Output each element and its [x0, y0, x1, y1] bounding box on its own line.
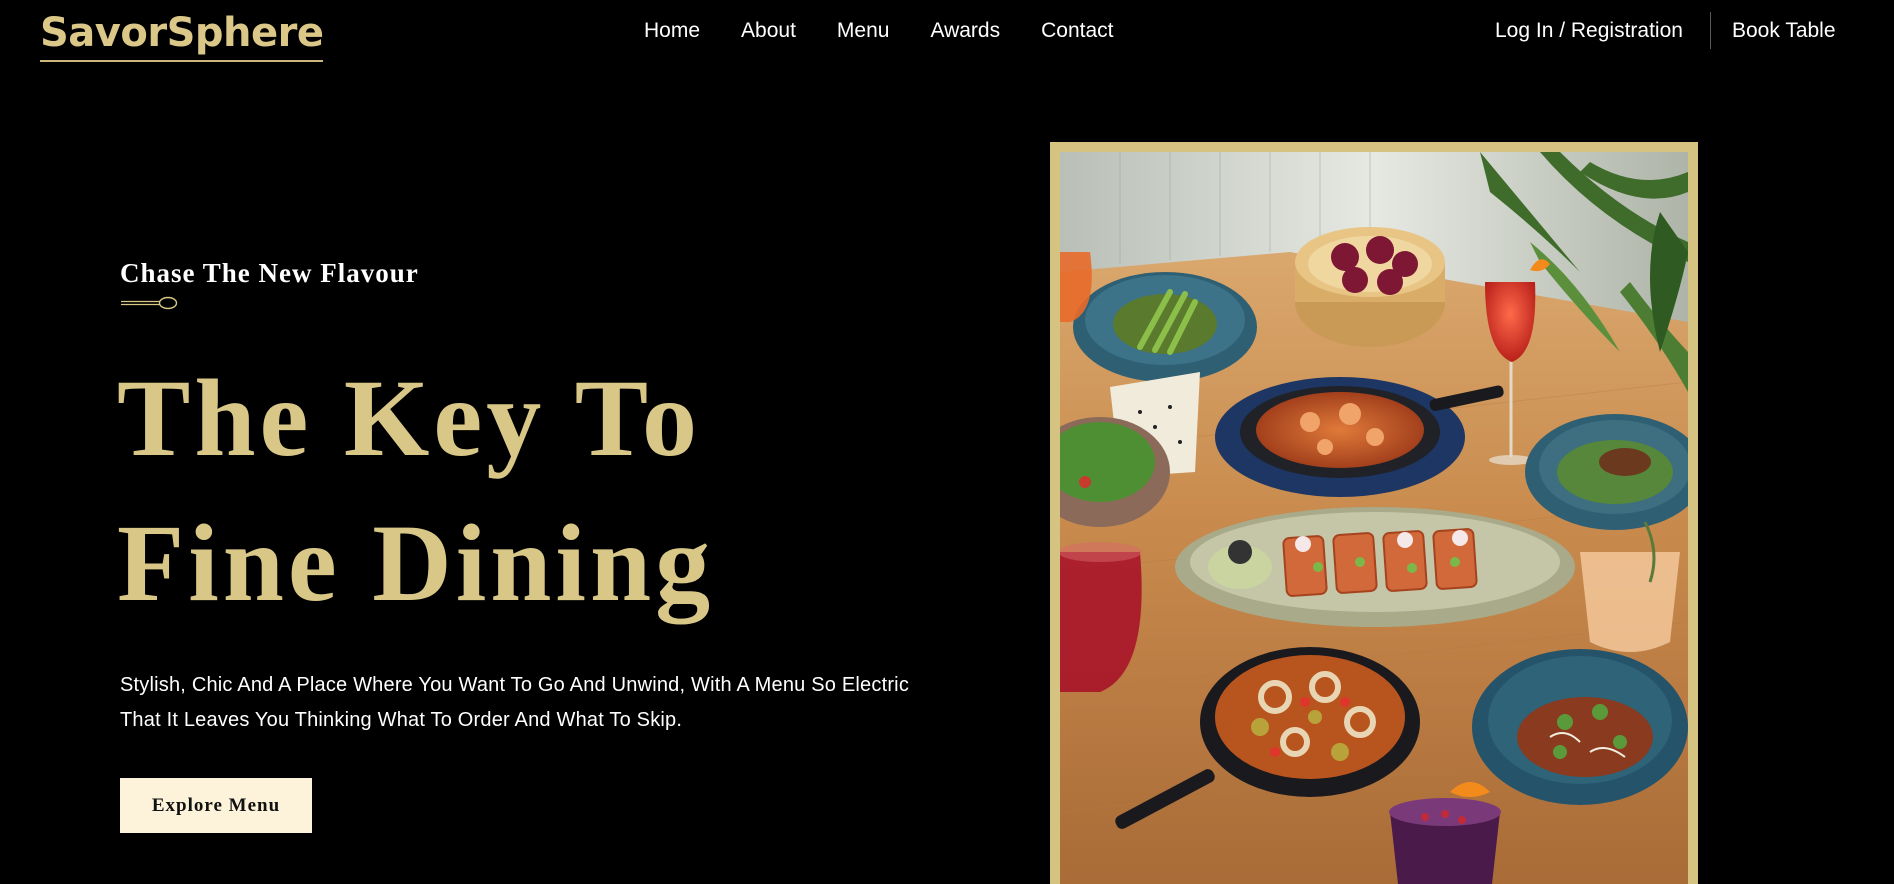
explore-menu-button[interactable]: Explore Menu [120, 778, 312, 833]
page: SavorSphere Home About Menu Awards Conta… [0, 0, 1894, 884]
nav-item-awards[interactable]: Awards [930, 18, 1000, 44]
nav-item-menu[interactable]: Menu [837, 18, 890, 44]
nav-divider [1710, 12, 1711, 49]
brand-logo[interactable]: SavorSphere [40, 8, 324, 62]
book-table-link[interactable]: Book Table [1732, 18, 1836, 44]
hero-description: Stylish, Chic And A Place Where You Want… [120, 674, 910, 731]
nav-item-contact[interactable]: Contact [1041, 18, 1113, 44]
hero-eyebrow: Chase The New Flavour [120, 258, 419, 288]
food-table-photo [1060, 152, 1688, 884]
nav-item-about[interactable]: About [741, 18, 796, 44]
hero-image-frame [1050, 142, 1698, 884]
hero-title: The Key To Fine Dining [117, 346, 714, 636]
main-nav: Home About Menu Awards Contact [644, 18, 1113, 44]
food-table-illustration [1060, 152, 1688, 884]
hero-title-line-2: Fine Dining [117, 502, 715, 624]
spoon-icon [121, 296, 178, 310]
hero-title-line-1: The Key To [117, 357, 702, 479]
nav-item-home[interactable]: Home [644, 18, 700, 44]
login-registration-link[interactable]: Log In / Registration [1495, 18, 1683, 44]
